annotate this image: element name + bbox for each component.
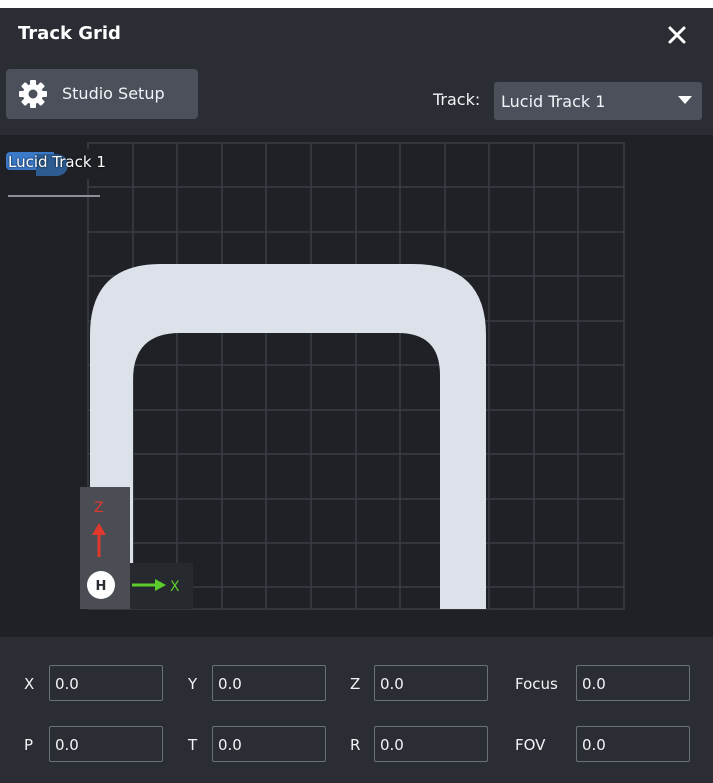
y-field[interactable]: 0.0 [212, 665, 326, 701]
track-label: Track: [433, 90, 481, 109]
y-label: Y [188, 675, 198, 693]
studio-setup-button[interactable]: Studio Setup [6, 69, 198, 119]
fov-field[interactable]: 0.0 [576, 726, 690, 762]
r-label: R [350, 736, 361, 754]
origin-axes: Z H X [87, 500, 180, 599]
window-title: Track Grid [18, 23, 121, 44]
x-axis-label: X [170, 579, 180, 595]
track-tag[interactable]: Lucid Track 1 [6, 149, 114, 197]
z-axis-label: Z [94, 500, 104, 516]
z-label: Z [350, 675, 361, 693]
focus-field[interactable]: 0.0 [576, 665, 690, 701]
close-icon [668, 26, 686, 44]
close-button[interactable] [660, 18, 694, 52]
home-label: H [96, 579, 107, 594]
studio-setup-label: Studio Setup [62, 84, 165, 103]
track-select-value: Lucid Track 1 [501, 92, 606, 111]
t-label: T [188, 736, 198, 754]
track-grid-window: Track Grid Studio Setup Track: Lucid Tra… [0, 8, 713, 783]
toolbar: Studio Setup Track: Lucid Track 1 [0, 63, 713, 135]
track-tag-label: Lucid Track 1 [8, 153, 106, 171]
track-select[interactable]: Lucid Track 1 [494, 82, 702, 120]
r-field[interactable]: 0.0 [374, 726, 488, 762]
z-field[interactable]: 0.0 [374, 665, 488, 701]
x-label: X [24, 675, 35, 693]
z-axis-arrow-icon [92, 523, 106, 557]
gear-icon [19, 80, 47, 108]
focus-label: Focus [515, 675, 558, 693]
p-field[interactable]: 0.0 [49, 726, 163, 762]
track-grid-view[interactable]: Z H X Lucid Track 1 [0, 135, 713, 637]
p-label: P [24, 736, 34, 754]
x-field[interactable]: 0.0 [49, 665, 163, 701]
chevron-down-icon [678, 96, 692, 104]
t-field[interactable]: 0.0 [212, 726, 326, 762]
track-tag-underline [8, 195, 100, 197]
x-axis-arrow-icon [132, 579, 166, 591]
fov-label: FOV [515, 736, 546, 754]
coordinates-panel: X 0.0 Y 0.0 Z 0.0 Focus 0.0 P 0.0 T 0.0 … [0, 637, 713, 783]
title-bar: Track Grid [0, 8, 713, 63]
